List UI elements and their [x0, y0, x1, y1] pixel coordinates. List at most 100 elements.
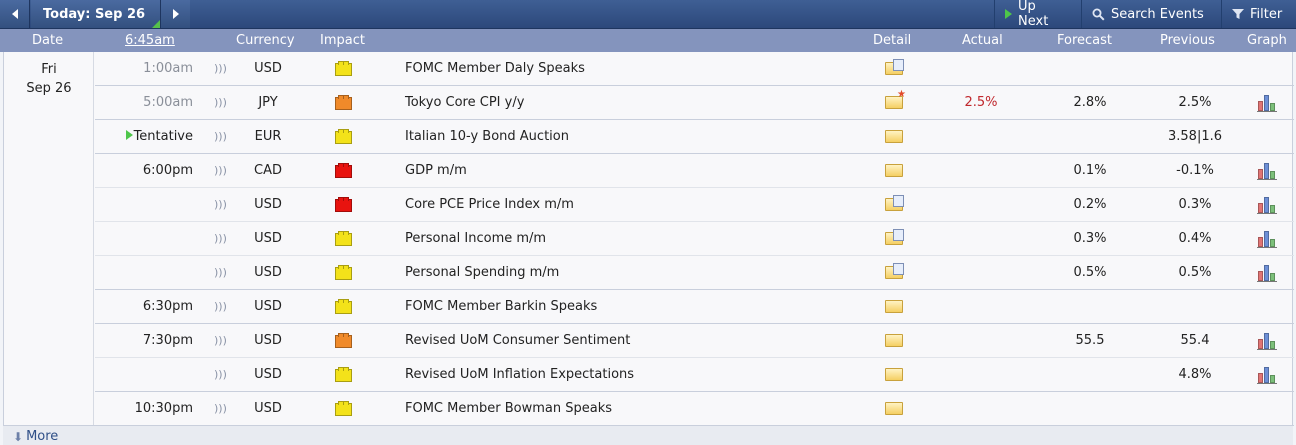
event-time: 10:30pm	[95, 392, 193, 425]
table-row[interactable]: ))) USD Personal Spending m/m 0.5% 0.5%	[95, 256, 1294, 290]
more-button[interactable]: ⬇ More	[13, 429, 58, 444]
folder-icon[interactable]	[885, 366, 904, 383]
graph-icon[interactable]	[1257, 365, 1277, 384]
event-title[interactable]: Italian 10-y Bond Auction	[405, 120, 569, 153]
search-events-label: Search Events	[1111, 6, 1204, 22]
event-time-label: Tentative	[133, 129, 193, 144]
folder-star-icon[interactable]	[885, 90, 906, 111]
event-title[interactable]: GDP m/m	[405, 154, 467, 187]
event-actual	[957, 222, 1005, 255]
event-previous	[1158, 392, 1232, 425]
table-row[interactable]: 10:30pm))) USD FOMC Member Bowman Speaks	[95, 392, 1294, 426]
event-title[interactable]: Revised UoM Consumer Sentiment	[405, 324, 630, 357]
current-indicator-icon	[152, 20, 160, 28]
event-actual	[957, 290, 1005, 323]
header-time-button[interactable]: 6:45am	[125, 33, 175, 48]
folder-doc-icon[interactable]	[885, 229, 904, 247]
event-title[interactable]: FOMC Member Daly Speaks	[405, 52, 585, 85]
sound-icon[interactable]: )))	[214, 392, 227, 425]
more-label: More	[26, 429, 59, 444]
event-time: 7:30pm	[95, 324, 193, 357]
folder-doc-icon[interactable]	[885, 263, 904, 281]
event-forecast	[1065, 290, 1115, 323]
folder-doc-icon[interactable]	[885, 195, 904, 213]
event-currency: USD	[254, 333, 282, 348]
event-title[interactable]: Personal Income m/m	[405, 222, 546, 255]
graph-icon[interactable]	[1257, 229, 1277, 248]
header-graph: Graph	[1247, 33, 1287, 48]
graph-icon[interactable]	[1257, 93, 1277, 112]
event-time	[95, 256, 193, 289]
today-label: Today: Sep 26	[43, 6, 146, 22]
graph-icon[interactable]	[1257, 263, 1277, 282]
header-detail: Detail	[873, 33, 912, 48]
event-title[interactable]: FOMC Member Barkin Speaks	[405, 290, 597, 323]
event-title[interactable]: FOMC Member Bowman Speaks	[405, 392, 612, 425]
event-actual	[957, 256, 1005, 289]
sound-icon[interactable]: )))	[214, 290, 227, 323]
event-actual	[957, 52, 1005, 85]
event-title[interactable]: Personal Spending m/m	[405, 256, 559, 289]
event-currency: JPY	[258, 95, 278, 110]
filter-button[interactable]: Filter	[1221, 0, 1296, 28]
folder-icon[interactable]	[885, 400, 904, 417]
calendar-toolbar: Today: Sep 26 Up Next Search Events Filt…	[0, 0, 1296, 29]
sound-icon[interactable]: )))	[214, 120, 227, 153]
up-next-button[interactable]: Up Next	[994, 0, 1080, 29]
search-events-button[interactable]: Search Events	[1081, 0, 1220, 28]
header-actual: Actual	[962, 33, 1003, 48]
table-row[interactable]: ))) USD Core PCE Price Index m/m 0.2% 0.3%	[95, 188, 1294, 222]
event-previous: -0.1%	[1176, 163, 1214, 178]
header-forecast: Forecast	[1057, 33, 1113, 48]
graph-icon[interactable]	[1257, 195, 1277, 214]
header-impact: Impact	[320, 33, 365, 48]
table-row[interactable]: 5:00am))) JPY Tokyo Core CPI y/y 2.5% 2.8% 2.…	[95, 86, 1294, 120]
table-row[interactable]: 6:30pm))) USD FOMC Member Barkin Speaks	[95, 290, 1294, 324]
table-row[interactable]: 6:00pm))) CAD GDP m/m 0.1% -0.1%	[95, 154, 1294, 188]
event-actual	[957, 358, 1005, 391]
table-row[interactable]: 7:30pm))) USD Revised UoM Consumer Sentime…	[95, 324, 1294, 358]
impact-high-icon	[335, 197, 352, 212]
event-forecast	[1065, 120, 1115, 153]
next-day-button[interactable]	[160, 0, 190, 28]
date-weekday: Fri	[41, 62, 57, 77]
table-row[interactable]: ))) USD Revised UoM Inflation Expectations…	[95, 358, 1294, 392]
sound-icon[interactable]: )))	[214, 324, 227, 357]
impact-low-icon	[335, 299, 352, 314]
arrow-right-icon	[172, 9, 179, 19]
event-actual	[957, 188, 1005, 221]
sound-icon[interactable]: )))	[214, 86, 227, 119]
event-title[interactable]: Core PCE Price Index m/m	[405, 188, 574, 221]
sound-icon[interactable]: )))	[214, 256, 227, 289]
impact-medium-icon	[335, 333, 352, 348]
event-time-label: 10:30pm	[134, 401, 193, 416]
event-title[interactable]: Revised UoM Inflation Expectations	[405, 358, 634, 391]
sound-icon[interactable]: )))	[214, 222, 227, 255]
event-title[interactable]: Tokyo Core CPI y/y	[405, 86, 524, 119]
sound-icon[interactable]: )))	[214, 52, 227, 85]
graph-icon[interactable]	[1257, 331, 1277, 350]
table-row[interactable]: ))) USD Personal Income m/m 0.3% 0.4%	[95, 222, 1294, 256]
table-row[interactable]: 1:00am))) USD FOMC Member Daly Speaks	[95, 52, 1294, 86]
sound-icon[interactable]: )))	[214, 358, 227, 391]
event-actual: 2.5%	[964, 95, 998, 110]
event-previous: 0.5%	[1178, 265, 1212, 280]
event-currency: USD	[254, 231, 282, 246]
folder-icon[interactable]	[885, 162, 904, 179]
sound-icon[interactable]: )))	[214, 154, 227, 187]
previous-day-button[interactable]	[0, 0, 30, 28]
arrow-left-icon	[11, 9, 18, 19]
folder-icon[interactable]	[885, 298, 904, 315]
graph-icon[interactable]	[1257, 161, 1277, 180]
folder-doc-icon[interactable]	[885, 59, 904, 77]
today-button[interactable]: Today: Sep 26	[31, 0, 160, 28]
impact-medium-icon	[335, 95, 352, 110]
event-time: Tentative	[95, 120, 193, 153]
event-time-label: 6:30pm	[142, 299, 193, 314]
folder-icon[interactable]	[885, 332, 904, 349]
sound-icon[interactable]: )))	[214, 188, 227, 221]
event-time-label: 7:30pm	[142, 333, 193, 348]
table-row[interactable]: Tentative))) EUR Italian 10-y Bond Auction…	[95, 120, 1294, 154]
folder-icon[interactable]	[885, 128, 904, 145]
event-currency: USD	[254, 61, 282, 76]
